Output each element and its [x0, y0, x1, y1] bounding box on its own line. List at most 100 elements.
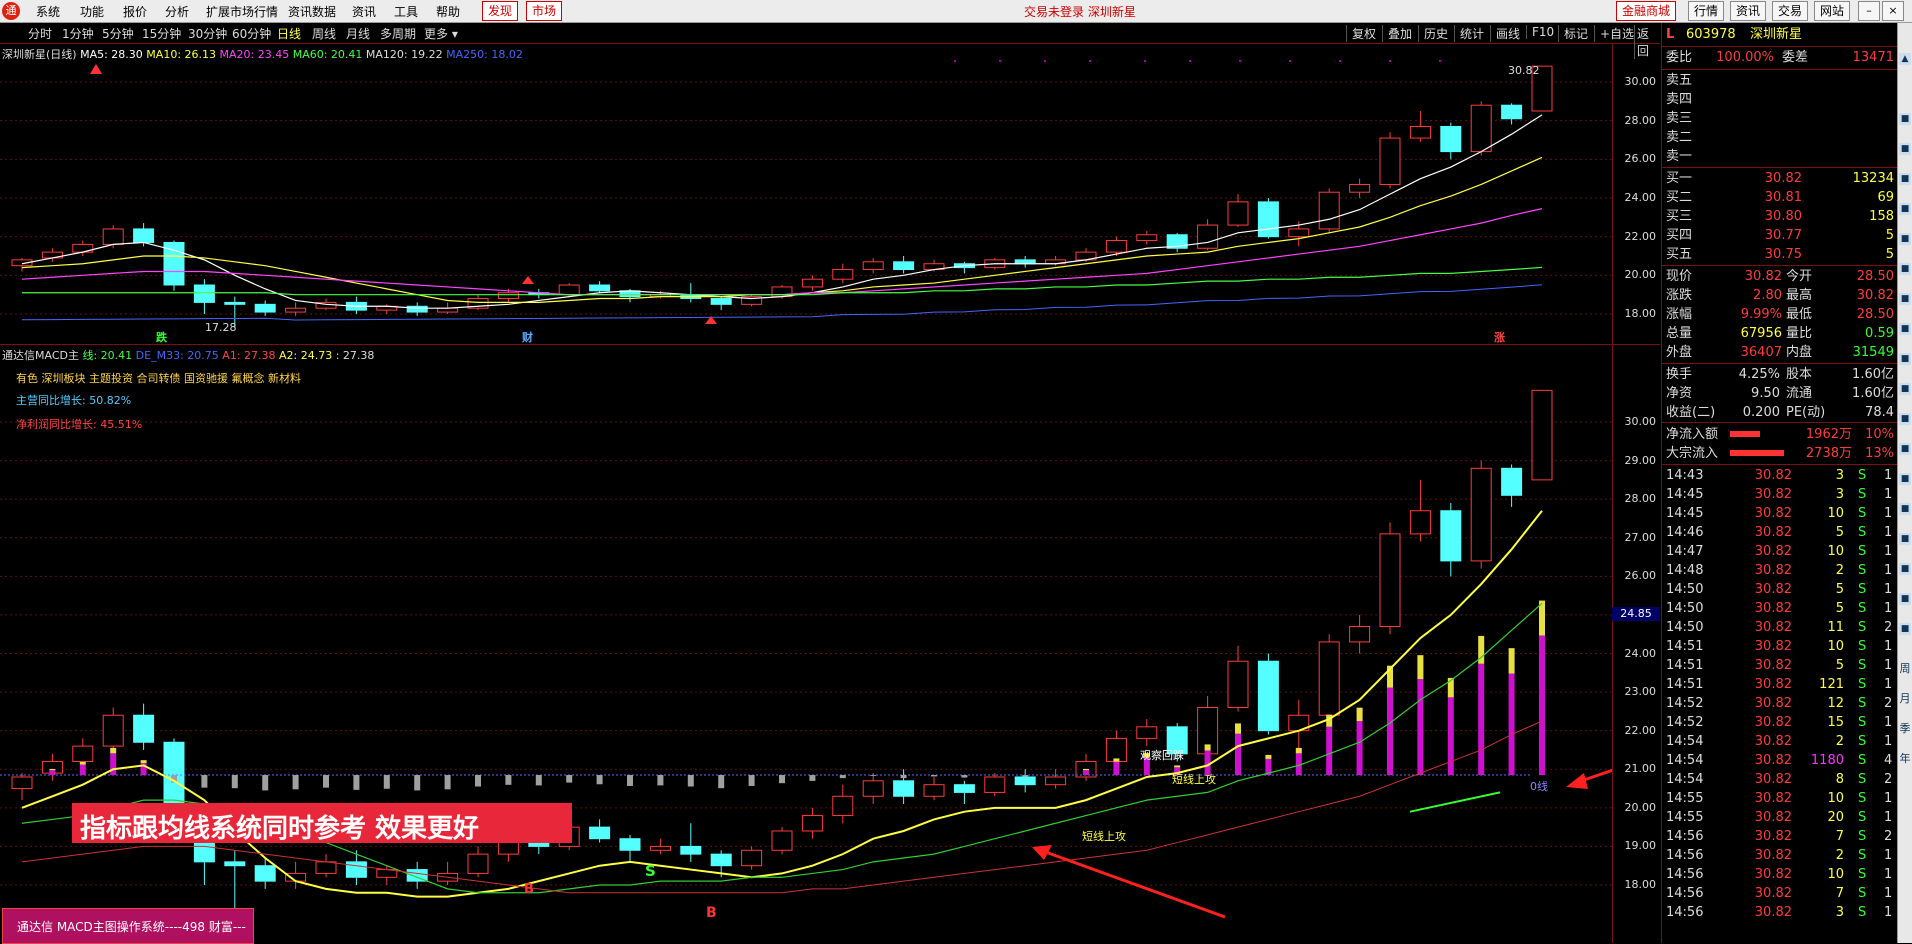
candle-down: [1502, 468, 1522, 495]
stat-label: 量比: [1786, 324, 1812, 343]
fundamental-label: 收益(二): [1666, 403, 1715, 422]
side-tool-icon[interactable]: ■: [1899, 263, 1911, 275]
period-year-icon[interactable]: 年: [1899, 753, 1911, 765]
menu-tools[interactable]: 工具: [394, 3, 418, 20]
stat-value: 9.99%: [1708, 305, 1782, 324]
indicator-y-tick: 27.00: [1612, 531, 1656, 544]
price-y-tick: 20.00: [1612, 268, 1656, 281]
macd-bar-negative: [414, 775, 420, 790]
side-tool-icon[interactable]: ■: [1899, 443, 1911, 455]
period-30min[interactable]: 30分钟: [188, 25, 227, 42]
side-tool-icon[interactable]: ■: [1899, 473, 1911, 485]
menu-market[interactable]: 市场: [526, 1, 562, 21]
indicator-y-tick: 21.00: [1612, 762, 1656, 775]
bid-price: 30.75: [1722, 245, 1802, 264]
period-15min[interactable]: 15分钟: [142, 25, 181, 42]
side-tool-icon[interactable]: ■: [1899, 173, 1911, 185]
period-toolbar: 分时 1分钟 5分钟 15分钟 30分钟 60分钟 日线 周线 月线 多周期 更…: [0, 23, 1660, 44]
indicator-y-tick: 24.00: [1612, 647, 1656, 660]
menu-system[interactable]: 系统: [36, 3, 60, 20]
menu-info-data[interactable]: 资讯数据: [288, 3, 336, 20]
tick-count: 1: [1884, 656, 1892, 675]
menu-discover[interactable]: 发现: [482, 1, 518, 21]
indicator-chart-svg[interactable]: [0, 345, 1612, 943]
adjust-button[interactable]: 复权: [1346, 25, 1381, 42]
period-more[interactable]: 更多 ▾: [424, 25, 458, 42]
side-tool-icon[interactable]: ■: [1899, 533, 1911, 545]
tick-row: 14:5630.827S2: [1662, 827, 1898, 846]
period-week-icon[interactable]: 周: [1899, 663, 1911, 675]
side-tool-icon[interactable]: ■: [1899, 233, 1911, 245]
finance-mall-button[interactable]: 金融商城: [1616, 1, 1676, 21]
indicator-chart-panel[interactable]: 通达信MACD主 线: 20.41 DE_M33: 20.75 A1: 27.3…: [0, 345, 1612, 943]
stats-button[interactable]: 统计: [1454, 25, 1489, 42]
menu-news[interactable]: 资讯: [352, 3, 376, 20]
quote-button[interactable]: 行情: [1688, 1, 1724, 21]
period-1min[interactable]: 1分钟: [62, 25, 94, 42]
menu-analysis[interactable]: 分析: [165, 3, 189, 20]
tick-direction: S: [1858, 561, 1866, 580]
stat-value: 30.82: [1828, 286, 1894, 305]
side-tool-icon[interactable]: ■: [1899, 563, 1911, 575]
menu-function[interactable]: 功能: [80, 3, 104, 20]
side-tool-icon[interactable]: ■: [1899, 503, 1911, 515]
overlay-button[interactable]: 叠加: [1382, 25, 1417, 42]
indicator-y-tick: 22.00: [1612, 724, 1656, 737]
trade-button[interactable]: 交易: [1772, 1, 1808, 21]
price-chart-panel[interactable]: 深圳新星(日线) MA5: 28.30 MA10: 26.13 MA20: 23…: [0, 44, 1612, 345]
website-button[interactable]: 网站: [1814, 1, 1850, 21]
menu-help[interactable]: 帮助: [436, 3, 460, 20]
tick-price: 30.82: [1732, 542, 1792, 561]
period-5min[interactable]: 5分钟: [102, 25, 134, 42]
event-dot: [1289, 60, 1291, 62]
tick-row: 14:5630.827S1: [1662, 884, 1898, 903]
macd-bar-positive: [1539, 635, 1545, 775]
side-tool-icon[interactable]: ■: [1899, 323, 1911, 335]
period-daily[interactable]: 日线: [277, 25, 301, 42]
mark-button[interactable]: 标记: [1558, 25, 1593, 42]
side-tool-icon[interactable]: ■: [1899, 623, 1911, 635]
tick-count: 2: [1884, 770, 1892, 789]
draw-button[interactable]: 画线: [1490, 25, 1525, 42]
f10-button[interactable]: F10: [1526, 25, 1559, 39]
side-tool-icon[interactable]: ■: [1899, 203, 1911, 215]
period-multi[interactable]: 多周期: [380, 25, 416, 42]
period-quarter-icon[interactable]: 季: [1899, 723, 1911, 735]
price-chart-svg[interactable]: [0, 44, 1612, 344]
menu-quote[interactable]: 报价: [123, 3, 147, 20]
stock-name: 深圳新星: [1750, 25, 1802, 44]
period-intraday[interactable]: 分时: [28, 25, 52, 42]
side-tool-icon[interactable]: ■: [1899, 383, 1911, 395]
tick-row: 14:4630.825S1: [1662, 523, 1898, 542]
side-tool-icon[interactable]: ■: [1899, 593, 1911, 605]
period-60min[interactable]: 60分钟: [232, 25, 271, 42]
tick-price: 30.82: [1732, 580, 1792, 599]
period-weekly[interactable]: 周线: [312, 25, 336, 42]
period-monthly[interactable]: 月线: [346, 25, 370, 42]
fundamental-label: 流通: [1786, 384, 1812, 403]
candle-up: [985, 777, 1005, 792]
side-tool-icon[interactable]: ■: [1899, 353, 1911, 365]
side-tool-icon[interactable]: ■: [1899, 143, 1911, 155]
side-tool-icon[interactable]: ■: [1899, 413, 1911, 425]
tick-direction: S: [1858, 865, 1866, 884]
minimize-icon[interactable]: –: [1858, 1, 1880, 21]
stat-value: 30.82: [1708, 267, 1782, 286]
macd-bar-tip: [1235, 723, 1241, 733]
tick-count: 1: [1884, 466, 1892, 485]
close-icon[interactable]: ×: [1882, 1, 1904, 21]
period-month-icon[interactable]: 月: [1899, 693, 1911, 705]
history-button[interactable]: 历史: [1418, 25, 1453, 42]
side-tool-icon[interactable]: ■: [1899, 293, 1911, 305]
menu-ext-market[interactable]: 扩展市场行情: [206, 3, 278, 20]
fundamental-label: 净资: [1666, 384, 1692, 403]
tick-price: 30.82: [1732, 504, 1792, 523]
news-button[interactable]: 资讯: [1730, 1, 1766, 21]
stat-label: 最低: [1786, 305, 1812, 324]
tick-count: 1: [1884, 504, 1892, 523]
side-tool-icon[interactable]: ■: [1899, 113, 1911, 125]
add-watch-button[interactable]: +自选: [1594, 25, 1639, 42]
up-arrow-icon[interactable]: ▲: [1899, 53, 1911, 65]
tick-count: 2: [1884, 618, 1892, 637]
tick-volume: 10: [1792, 789, 1844, 808]
